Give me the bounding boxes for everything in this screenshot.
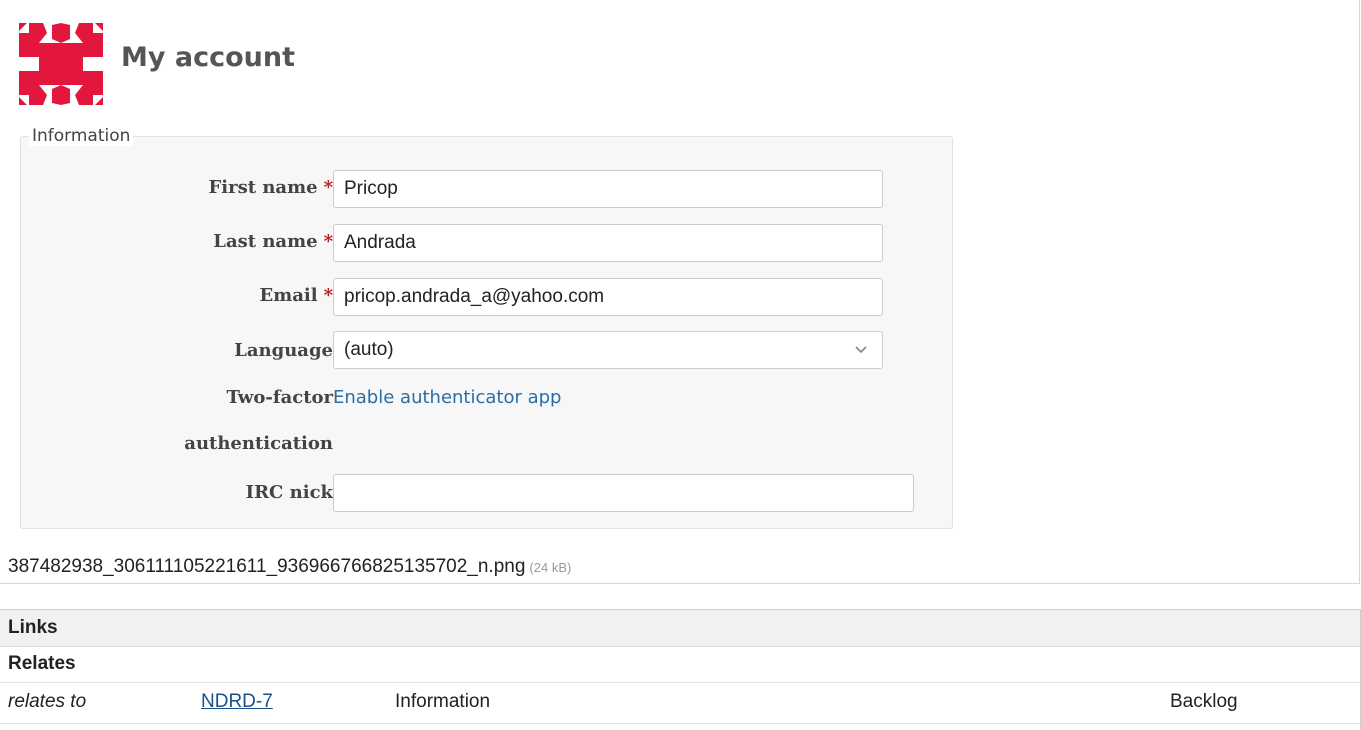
irc-nick-label: IRC nick bbox=[245, 482, 333, 503]
language-label: Language bbox=[234, 340, 333, 361]
first-name-label: First name * bbox=[209, 177, 334, 198]
last-name-input[interactable] bbox=[333, 224, 883, 262]
first-name-label-text: First name bbox=[208, 177, 318, 198]
app-logo-icon bbox=[19, 23, 103, 105]
links-header: Links bbox=[0, 610, 1360, 647]
irc-nick-input[interactable] bbox=[333, 474, 914, 512]
relates-group-header: Relates bbox=[0, 646, 1360, 683]
required-asterisk: * bbox=[323, 177, 333, 198]
two-factor-label: Two-factor authentication bbox=[184, 375, 333, 467]
two-factor-label-line2: authentication bbox=[184, 433, 333, 454]
linked-issue-status: Backlog bbox=[1170, 691, 1238, 712]
email-label-text: Email bbox=[259, 285, 318, 306]
linked-issue-summary: Information bbox=[395, 691, 491, 712]
links-panel: Links Relates relates to NDRD-7 Informat… bbox=[0, 609, 1361, 730]
chevron-down-icon bbox=[855, 346, 867, 354]
attachment-filesize: (24 kB) bbox=[529, 560, 572, 575]
email-input[interactable] bbox=[333, 278, 883, 316]
attachment-preview-container: My account Information First name* Last … bbox=[0, 0, 1360, 584]
language-select[interactable]: (auto) bbox=[333, 331, 883, 369]
last-name-label: Last name * bbox=[213, 231, 333, 252]
first-name-input[interactable] bbox=[333, 170, 883, 208]
link-relation: relates to bbox=[8, 691, 87, 712]
page-title: My account bbox=[121, 42, 295, 73]
language-selected-value: (auto) bbox=[344, 339, 394, 360]
relates-group-label: Relates bbox=[8, 653, 76, 674]
last-name-label-text: Last name bbox=[213, 231, 318, 252]
email-label: Email * bbox=[259, 285, 333, 306]
two-factor-label-line1: Two-factor bbox=[226, 387, 333, 408]
attachment-filename-link[interactable]: 387482938_306111105221611_93696676682513… bbox=[8, 556, 525, 577]
enable-authenticator-link[interactable]: Enable authenticator app bbox=[333, 387, 561, 408]
attachment-image-preview[interactable]: My account Information First name* Last … bbox=[0, 0, 960, 540]
required-asterisk: * bbox=[323, 285, 333, 306]
attachment-filename-row: 387482938_306111105221611_93696676682513… bbox=[8, 556, 571, 578]
required-asterisk: * bbox=[323, 231, 333, 252]
information-legend: Information bbox=[29, 126, 134, 146]
linked-issue-key-link[interactable]: NDRD-7 bbox=[201, 691, 273, 713]
links-heading: Links bbox=[8, 617, 58, 638]
table-row: relates to NDRD-7 Information Backlog bbox=[0, 683, 1360, 724]
